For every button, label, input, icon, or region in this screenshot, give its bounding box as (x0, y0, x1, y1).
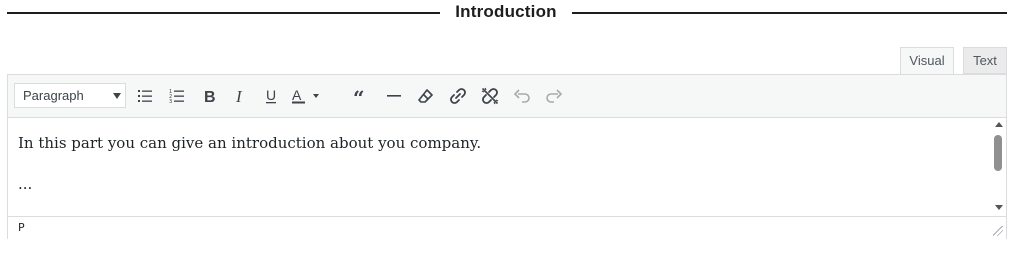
redo-button[interactable] (541, 84, 567, 108)
underline-button[interactable]: U (258, 84, 284, 108)
undo-icon (513, 89, 530, 103)
editor-content-area[interactable]: In this part you can give an introductio… (8, 118, 992, 216)
insert-link-button[interactable] (445, 84, 471, 108)
italic-button[interactable]: I (227, 84, 253, 108)
tab-text[interactable]: Text (963, 47, 1007, 74)
section-heading: Introduction (7, 0, 1007, 26)
scroll-up-arrow-icon[interactable] (995, 122, 1003, 127)
section-title: Introduction (455, 2, 557, 21)
unlink-icon (481, 87, 499, 105)
content-paragraph: In this part you can give an introductio… (18, 134, 482, 152)
horizontal-line-icon (387, 95, 401, 97)
quote-icon: “ (353, 88, 365, 104)
bold-button[interactable]: B (196, 84, 222, 108)
scroll-down-arrow-icon[interactable] (995, 205, 1003, 210)
format-select-value: Paragraph (23, 88, 84, 103)
resize-handle-icon[interactable] (993, 226, 1003, 236)
bulleted-list-button[interactable] (132, 84, 158, 108)
italic-icon: I (235, 88, 243, 104)
editor-toolbar: Paragraph 1 2 3 B I U A “ (8, 75, 1006, 118)
numbered-list-button[interactable]: 1 2 3 (164, 84, 190, 108)
svg-text:U: U (266, 88, 276, 103)
clear-formatting-button[interactable] (413, 84, 439, 108)
format-select[interactable]: Paragraph (14, 83, 126, 108)
tab-visual[interactable]: Visual (900, 47, 954, 74)
link-icon (450, 88, 466, 104)
rich-text-editor: Paragraph 1 2 3 B I U A “ In this part y… (7, 74, 1007, 239)
eraser-icon (418, 89, 433, 103)
svg-text:3: 3 (169, 99, 172, 104)
blockquote-button[interactable]: “ (349, 84, 375, 108)
horizontal-line-button[interactable] (381, 84, 407, 108)
bulleted-list-icon (138, 90, 152, 102)
svg-text:B: B (204, 89, 216, 104)
svg-text:I: I (235, 88, 243, 104)
undo-button[interactable] (509, 84, 535, 108)
content-paragraph: ... (18, 175, 33, 193)
chevron-down-icon (113, 93, 121, 99)
scrollbar-thumb[interactable] (994, 135, 1002, 171)
bold-icon: B (204, 89, 216, 104)
svg-text:A: A (292, 88, 302, 103)
svg-text:“: “ (353, 88, 365, 104)
element-path[interactable]: P (18, 221, 25, 234)
editor-statusbar: P (8, 216, 1006, 239)
remove-link-button[interactable] (477, 84, 503, 108)
numbered-list-icon: 1 2 3 (169, 89, 184, 104)
heading-rule-left (7, 12, 440, 14)
redo-icon (546, 89, 563, 103)
editor-scrollbar[interactable] (992, 118, 1006, 216)
underline-icon: U (266, 88, 276, 104)
text-color-button[interactable]: A (291, 84, 331, 108)
heading-rule-right (572, 12, 1007, 14)
text-color-icon: A (292, 88, 319, 104)
